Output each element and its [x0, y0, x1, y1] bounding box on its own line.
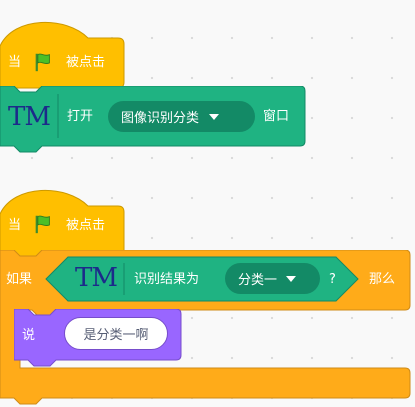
- chevron-down-icon: [286, 275, 297, 282]
- hat-suffix-label: 被点击: [66, 218, 106, 233]
- result-is-label: 识别结果为: [134, 272, 200, 287]
- hat-prefix-label: 当: [8, 55, 22, 70]
- class-dropdown[interactable]: 分类一: [225, 263, 320, 294]
- hat-prefix-label: 当: [8, 218, 22, 233]
- say-text-value: 是分类一啊: [83, 328, 149, 343]
- question-mark-label: ?: [329, 272, 336, 287]
- when-flag-clicked-hat-block[interactable]: [0, 12, 130, 92]
- green-flag-icon: [35, 215, 50, 234]
- model-dropdown[interactable]: 图像识别分类: [108, 101, 255, 132]
- script-1: 当 被点击 TM 打开 图像识别分类 窗口: [0, 0, 415, 170]
- open-label: 打开: [67, 109, 94, 124]
- class-dropdown-value: 分类一: [238, 273, 278, 288]
- teachable-machine-icon: TM: [75, 263, 118, 293]
- window-label: 窗口: [263, 109, 290, 124]
- chevron-down-icon: [209, 113, 220, 120]
- say-label: 说: [22, 328, 36, 343]
- if-label: 如果: [6, 272, 33, 287]
- green-flag-icon: [35, 53, 50, 72]
- teachable-machine-icon: TM: [8, 102, 51, 132]
- say-text-input[interactable]: 是分类一啊: [64, 317, 168, 350]
- script-2: 当 被点击 如果 TM 识别结果为 分类一 ? 那么 说 是分类一啊: [0, 170, 415, 407]
- then-label: 那么: [369, 272, 396, 287]
- model-dropdown-value: 图像识别分类: [121, 111, 200, 126]
- hat-suffix-label: 被点击: [66, 55, 106, 70]
